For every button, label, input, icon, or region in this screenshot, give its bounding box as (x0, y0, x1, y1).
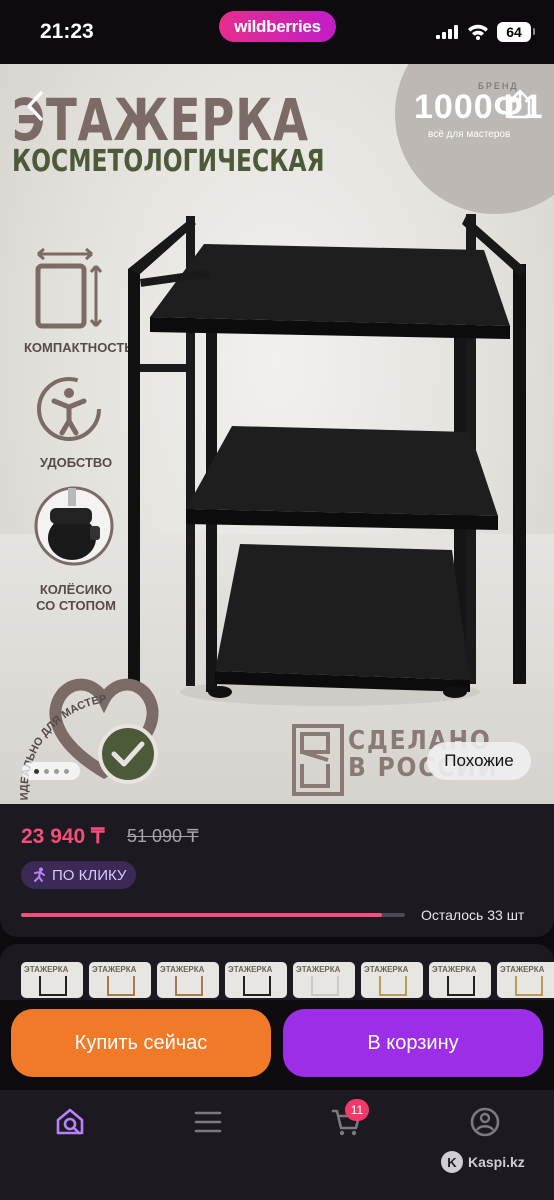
thumbnail-rack-image (515, 976, 543, 996)
thumbnail-rack-image (311, 976, 339, 996)
running-person-icon (34, 867, 45, 882)
status-bar: 21:23 wildberries 64 (0, 0, 554, 64)
nav-profile[interactable] (468, 1105, 502, 1139)
carousel-dot[interactable] (43, 768, 49, 774)
thumbnail-rack-image (379, 976, 407, 996)
stock-progress (21, 913, 405, 917)
thumbnail-title: ЭТАЖЕРКА (228, 965, 273, 974)
thumbnail-title: ЭТАЖЕРКА (500, 965, 545, 974)
cart-count-badge: 11 (345, 1099, 369, 1121)
home-search-icon (56, 1108, 84, 1135)
thumbnail-title: ЭТАЖЕРКА (24, 965, 69, 974)
bottom-nav: 11 K Kaspi.kz (0, 1090, 554, 1200)
product-page: 21:23 wildberries 64 БРЕНД 1000Ф1 всё дл… (0, 0, 554, 1200)
carousel-dot[interactable] (53, 768, 59, 774)
svg-text:ИДЕАЛЬНО ДЛЯ МАСТЕРОВ: ИДЕАЛЬНО ДЛЯ МАСТЕРОВ (8, 692, 107, 801)
stock-progress-fill (21, 913, 382, 917)
ru-mark-icon (292, 724, 344, 796)
signal-icon (436, 25, 458, 39)
buy-now-button[interactable]: Купить сейчас (11, 1009, 271, 1077)
thumbnail[interactable]: ЭТАЖЕРКА (429, 962, 491, 998)
thumbnail-rack-image (107, 976, 135, 996)
thumbnail-title: ЭТАЖЕРКА (432, 965, 477, 974)
thumbnail-rack-image (243, 976, 271, 996)
carousel-dot[interactable] (33, 768, 39, 774)
thumbnail[interactable]: ЭТАЖЕРКА (361, 962, 423, 998)
kaspi-watermark: K Kaspi.kz (441, 1151, 525, 1173)
thumbnail[interactable]: ЭТАЖЕРКА (157, 962, 219, 998)
thumbnail-title: ЭТАЖЕРКА (160, 965, 205, 974)
thumbnail-rack-image (447, 976, 475, 996)
wildberries-pill[interactable]: wildberries (219, 11, 336, 42)
menu-icon (194, 1111, 222, 1133)
current-price: 23 940 ₸ (21, 825, 105, 848)
thumbnail-rack-image (39, 976, 67, 996)
thumbnail[interactable]: ЭТАЖЕРКА (497, 962, 554, 998)
carousel-dots[interactable] (22, 762, 80, 780)
promo-chip[interactable]: ПО КЛИКУ (21, 861, 137, 889)
stock-remaining: Осталось 33 шт (421, 907, 525, 923)
clock: 21:23 (40, 20, 94, 43)
curved-caption-text: ИДЕАЛЬНО ДЛЯ МАСТЕРОВ (8, 692, 107, 801)
watermark-text: Kaspi.kz (468, 1154, 525, 1170)
thumbnail-title: ЭТАЖЕРКА (364, 965, 409, 974)
thumbnail[interactable]: ЭТАЖЕРКА (21, 962, 83, 998)
thumbnail-rack-image (175, 976, 203, 996)
wifi-icon (468, 24, 488, 40)
thumbnail[interactable]: ЭТАЖЕРКА (225, 962, 287, 998)
kaspi-logo-icon: K (441, 1151, 463, 1173)
nav-catalog[interactable] (191, 1105, 225, 1139)
similar-button[interactable]: Похожие (427, 742, 531, 780)
product-image-carousel[interactable]: БРЕНД 1000Ф1 всё для мастеров ЭТАЖЕРКА К… (0, 64, 554, 804)
nav-home[interactable] (53, 1105, 87, 1139)
profile-icon (470, 1107, 500, 1137)
price-section: 23 940 ₸ 51 090 ₸ ПО КЛИКУ Осталось 33 ш… (0, 804, 554, 937)
thumbnail-title: ЭТАЖЕРКА (296, 965, 341, 974)
thumbnail-title: ЭТАЖЕРКА (92, 965, 137, 974)
battery-indicator: 64 (497, 22, 535, 42)
action-bar: Купить сейчас В корзину (0, 1000, 554, 1090)
promo-label: ПО КЛИКУ (52, 866, 127, 884)
thumbnail[interactable]: ЭТАЖЕРКА (89, 962, 151, 998)
thumbnail-row: ЭТАЖЕРКА ЭТАЖЕРКА ЭТАЖЕРКА ЭТАЖЕРКА ЭТАЖЕРКА… (21, 962, 554, 998)
carousel-dot[interactable] (63, 768, 69, 774)
thumbnail[interactable]: ЭТАЖЕРКА (293, 962, 355, 998)
add-to-cart-button[interactable]: В корзину (283, 1009, 543, 1077)
curved-caption: ИДЕАЛЬНО ДЛЯ МАСТЕРОВ (8, 692, 107, 801)
old-price: 51 090 ₸ (127, 826, 199, 846)
